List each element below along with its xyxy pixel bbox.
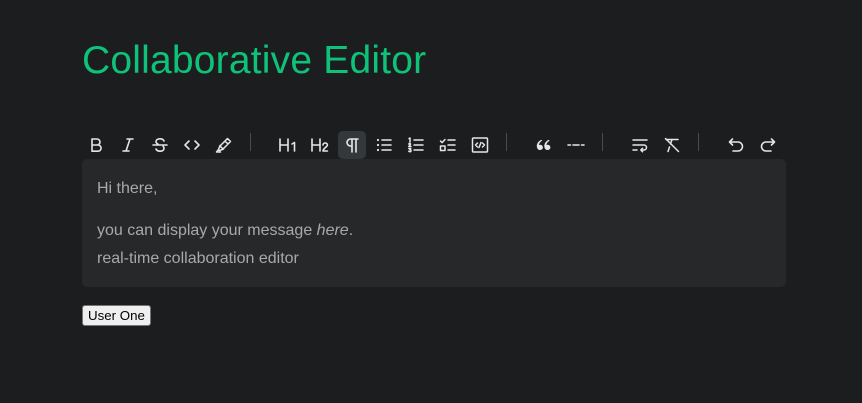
task-list-button[interactable] xyxy=(434,131,462,159)
redo-button[interactable] xyxy=(754,131,782,159)
editor-paragraph: real-time collaboration editor xyxy=(97,245,771,273)
undo-icon xyxy=(728,138,744,152)
redo-icon xyxy=(760,138,776,152)
bold-icon xyxy=(91,138,102,152)
format-clear-icon xyxy=(664,137,680,153)
editor-paragraph: you can display your message here. xyxy=(97,217,771,245)
code-block-icon xyxy=(471,137,489,153)
code-icon xyxy=(184,140,200,150)
undo-button[interactable] xyxy=(722,131,750,159)
editor-content[interactable]: Hi there, you can display your message h… xyxy=(82,159,786,287)
code-button[interactable] xyxy=(178,131,206,159)
mark-pen-icon xyxy=(215,137,232,153)
paragraph-icon xyxy=(346,138,359,153)
code-block-button[interactable] xyxy=(466,131,494,159)
italic-button[interactable] xyxy=(114,131,142,159)
task-list-icon xyxy=(439,138,456,152)
highlight-button[interactable] xyxy=(210,131,238,159)
double-quotes-icon xyxy=(536,139,551,150)
editor-text: you can display your message xyxy=(97,222,317,239)
page: Collaborative Editor Hi there, you can d… xyxy=(0,0,862,403)
bullet-list-icon xyxy=(376,138,392,152)
editor-text: real-time collaboration editor xyxy=(97,250,299,267)
editor-text: . xyxy=(348,222,354,239)
text-wrap-icon xyxy=(632,139,648,153)
paragraph-button[interactable] xyxy=(338,131,366,159)
separator-icon xyxy=(567,144,585,146)
heading-2-button[interactable] xyxy=(306,131,334,159)
toolbar-divider xyxy=(506,133,507,151)
strikethrough-button[interactable] xyxy=(146,131,174,159)
editor-toolbar xyxy=(82,131,786,159)
clear-format-button[interactable] xyxy=(658,131,686,159)
hard-break-button[interactable] xyxy=(626,131,654,159)
blockquote-button[interactable] xyxy=(530,131,558,159)
editor-italic-text: here xyxy=(316,222,349,239)
heading-1-button[interactable] xyxy=(274,131,302,159)
italic-icon xyxy=(122,138,134,152)
toolbar-divider xyxy=(602,133,603,151)
user-one-button[interactable]: User One xyxy=(82,305,151,326)
heading-1-icon xyxy=(279,138,296,152)
ordered-list-button[interactable] xyxy=(402,131,430,159)
heading-2-icon xyxy=(311,138,329,152)
toolbar-divider xyxy=(698,133,699,151)
toolbar-divider xyxy=(250,133,251,151)
bold-button[interactable] xyxy=(82,131,110,159)
strikethrough-icon xyxy=(152,137,168,153)
bullet-list-button[interactable] xyxy=(370,131,398,159)
editor-text: Hi there, xyxy=(97,180,158,197)
horizontal-rule-button[interactable] xyxy=(562,131,590,159)
editor-paragraph: Hi there, xyxy=(97,175,771,203)
ordered-list-icon xyxy=(408,137,424,153)
page-title: Collaborative Editor xyxy=(82,39,427,82)
